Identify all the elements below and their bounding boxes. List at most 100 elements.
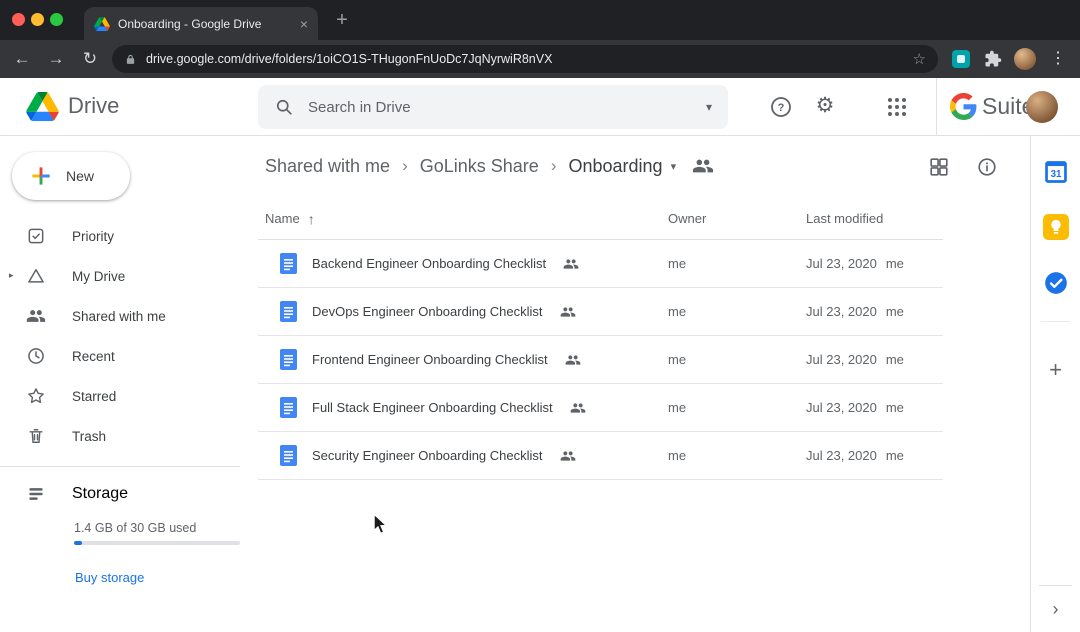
file-name-cell: Backend Engineer Onboarding Checklist bbox=[258, 253, 668, 274]
search-input[interactable] bbox=[308, 99, 692, 116]
file-name: DevOps Engineer Onboarding Checklist bbox=[312, 304, 543, 319]
file-name: Frontend Engineer Onboarding Checklist bbox=[312, 352, 548, 367]
modified-by: me bbox=[886, 304, 904, 319]
breadcrumb-separator-icon: › bbox=[402, 156, 408, 176]
shared-with-me-icon bbox=[26, 306, 46, 326]
extension-icon[interactable] bbox=[952, 50, 970, 68]
search-bar[interactable]: ▾ bbox=[258, 85, 728, 129]
storage-icon bbox=[26, 484, 46, 504]
modified-date: Jul 23, 2020 bbox=[806, 400, 877, 415]
new-button[interactable]: New bbox=[12, 152, 130, 200]
google-docs-icon bbox=[280, 301, 297, 322]
file-owner: me bbox=[668, 400, 806, 415]
table-header: Name ↑ Owner Last modified bbox=[258, 198, 943, 240]
calendar-icon[interactable]: 31 bbox=[1043, 159, 1069, 185]
breadcrumb-separator-icon: › bbox=[551, 156, 557, 176]
column-header-name[interactable]: Name ↑ bbox=[258, 211, 668, 227]
back-button[interactable]: ← bbox=[10, 47, 34, 71]
google-apps-grid-icon[interactable] bbox=[885, 95, 909, 119]
my-drive-icon bbox=[26, 266, 46, 286]
breadcrumb-shared-with-me[interactable]: Shared with me bbox=[265, 156, 390, 177]
buy-storage-link[interactable]: Buy storage bbox=[75, 570, 144, 585]
file-row[interactable]: DevOps Engineer Onboarding Checklist me … bbox=[258, 288, 943, 336]
expand-caret-icon[interactable]: ▸ bbox=[9, 270, 14, 281]
sidebar-item-label: Priority bbox=[72, 229, 114, 244]
file-name: Full Stack Engineer Onboarding Checklist bbox=[312, 400, 553, 415]
sidebar-item-starred[interactable]: Starred bbox=[0, 376, 240, 416]
column-name-label: Name bbox=[265, 211, 300, 226]
file-modified-cell: Jul 23, 2020 me bbox=[806, 352, 943, 367]
browser-profile-avatar[interactable] bbox=[1014, 48, 1036, 70]
modified-date: Jul 23, 2020 bbox=[806, 448, 877, 463]
get-addons-button[interactable]: + bbox=[1049, 358, 1062, 382]
sort-asc-icon[interactable]: ↑ bbox=[308, 211, 315, 227]
file-modified-cell: Jul 23, 2020 me bbox=[806, 304, 943, 319]
url-input[interactable] bbox=[146, 52, 904, 66]
gsuite-logo: Suite bbox=[936, 78, 1034, 135]
address-bar[interactable]: ☆ bbox=[112, 45, 938, 73]
browser-tab[interactable]: Onboarding - Google Drive × bbox=[84, 7, 318, 40]
breadcrumb: Shared with me › GoLinks Share › Onboard… bbox=[265, 155, 714, 177]
file-row[interactable]: Security Engineer Onboarding Checklist m… bbox=[258, 432, 943, 480]
reload-button[interactable]: ↻ bbox=[78, 47, 102, 71]
browser-menu-icon[interactable]: ⋮ bbox=[1048, 47, 1068, 71]
window-minimize-button[interactable] bbox=[31, 13, 44, 26]
shared-people-icon bbox=[563, 256, 579, 272]
drive-sidebar: New Priority ▸ My Drive Shared with bbox=[0, 136, 240, 632]
sidebar-item-storage[interactable]: Storage bbox=[0, 474, 240, 514]
sidebar-item-label: My Drive bbox=[72, 269, 125, 284]
modified-by: me bbox=[886, 256, 904, 271]
file-name-cell: DevOps Engineer Onboarding Checklist bbox=[258, 301, 668, 322]
file-row[interactable]: Frontend Engineer Onboarding Checklist m… bbox=[258, 336, 943, 384]
sidebar-item-recent[interactable]: Recent bbox=[0, 336, 240, 376]
sidebar-item-label: Starred bbox=[72, 389, 116, 404]
priority-icon bbox=[26, 226, 46, 246]
sidebar-item-label: Trash bbox=[72, 429, 106, 444]
folder-menu-caret-icon[interactable]: ▾ bbox=[671, 160, 677, 173]
file-owner: me bbox=[668, 352, 806, 367]
bookmark-star-icon[interactable]: ☆ bbox=[913, 52, 926, 67]
file-modified-cell: Jul 23, 2020 me bbox=[806, 256, 943, 271]
trash-icon bbox=[26, 426, 46, 446]
search-options-caret-icon[interactable]: ▾ bbox=[706, 100, 712, 114]
file-owner: me bbox=[668, 304, 806, 319]
drive-logo[interactable] bbox=[26, 92, 59, 121]
info-icon[interactable] bbox=[976, 156, 998, 178]
side-panel-collapse-icon[interactable]: › bbox=[1053, 599, 1059, 619]
shared-people-icon bbox=[560, 304, 576, 320]
file-row[interactable]: Backend Engineer Onboarding Checklist me… bbox=[258, 240, 943, 288]
search-icon[interactable] bbox=[274, 97, 294, 117]
new-tab-button[interactable]: + bbox=[330, 8, 354, 32]
keep-icon[interactable] bbox=[1043, 214, 1069, 240]
breadcrumb-current-folder[interactable]: Onboarding bbox=[568, 156, 662, 177]
drive-favicon bbox=[94, 17, 110, 31]
account-avatar[interactable] bbox=[1026, 91, 1058, 123]
tab-close-icon[interactable]: × bbox=[300, 17, 308, 31]
settings-gear-icon[interactable]: ⚙ bbox=[813, 93, 837, 117]
sidebar-item-priority[interactable]: Priority bbox=[0, 216, 240, 256]
extensions-puzzle-icon[interactable] bbox=[984, 50, 1002, 68]
help-icon[interactable]: ? bbox=[769, 95, 793, 119]
google-docs-icon bbox=[280, 445, 297, 466]
extension-glyph bbox=[957, 55, 965, 63]
tasks-icon[interactable] bbox=[1043, 270, 1069, 296]
breadcrumb-golinks-share[interactable]: GoLinks Share bbox=[420, 156, 539, 177]
grid-view-toggle-icon[interactable] bbox=[928, 156, 950, 178]
storage-progress-fill bbox=[74, 541, 82, 545]
file-row[interactable]: Full Stack Engineer Onboarding Checklist… bbox=[258, 384, 943, 432]
window-close-button[interactable] bbox=[12, 13, 25, 26]
sidebar-item-my-drive[interactable]: ▸ My Drive bbox=[0, 256, 240, 296]
shared-people-icon bbox=[565, 352, 581, 368]
app-name[interactable]: Drive bbox=[68, 93, 119, 119]
forward-button[interactable]: → bbox=[44, 47, 68, 71]
modified-date: Jul 23, 2020 bbox=[806, 304, 877, 319]
file-table: Name ↑ Owner Last modified Backend Engin… bbox=[258, 198, 943, 480]
drive-header: Drive ▾ ? ⚙ Suite bbox=[0, 78, 1080, 136]
sidebar-item-trash[interactable]: Trash bbox=[0, 416, 240, 456]
file-name-cell: Security Engineer Onboarding Checklist bbox=[258, 445, 668, 466]
sidebar-item-shared-with-me[interactable]: Shared with me bbox=[0, 296, 240, 336]
window-zoom-button[interactable] bbox=[50, 13, 63, 26]
starred-icon bbox=[26, 386, 46, 406]
sidebar-item-label: Shared with me bbox=[72, 309, 166, 324]
file-owner: me bbox=[668, 256, 806, 271]
